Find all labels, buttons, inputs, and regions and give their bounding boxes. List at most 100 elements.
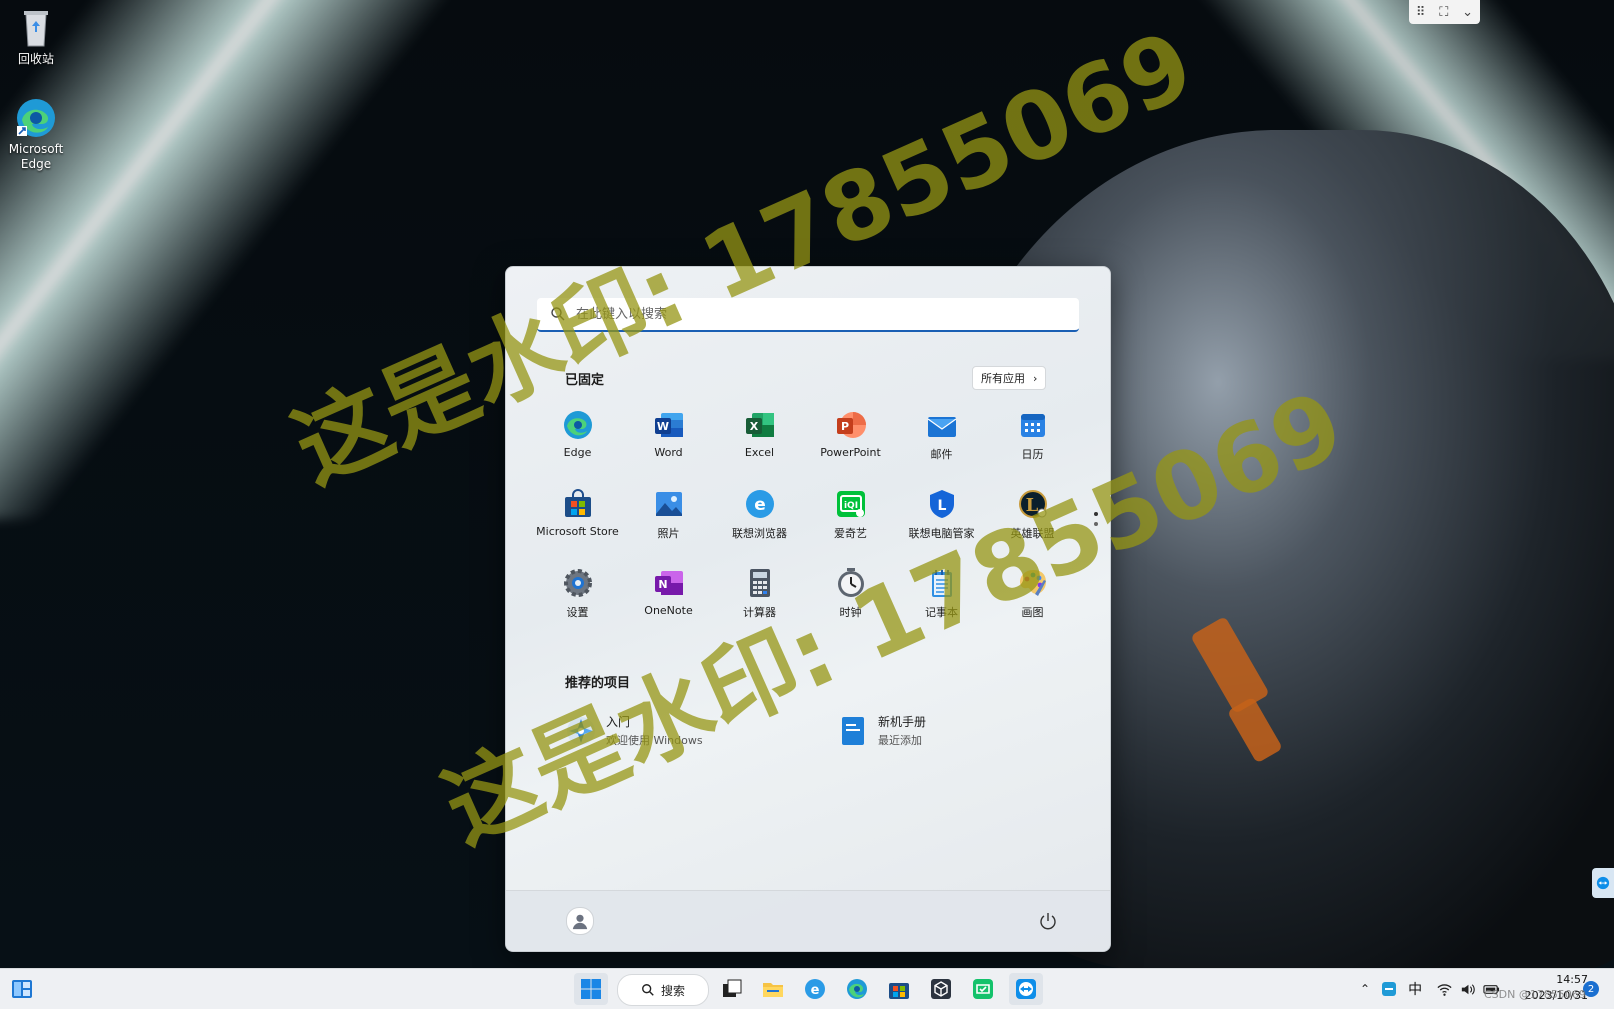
pinned-app-powerpoint[interactable]: P PowerPoint xyxy=(805,405,896,484)
csdn-overlay-text: CSDN @17855069 xyxy=(1484,988,1586,1001)
pinned-app-photos[interactable]: 照片 xyxy=(623,484,714,563)
pinned-app-mail[interactable]: 邮件 xyxy=(896,405,987,484)
svg-text:e: e xyxy=(754,495,766,515)
svg-text:W: W xyxy=(656,420,668,433)
wifi-icon[interactable] xyxy=(1436,981,1453,998)
edge-icon xyxy=(563,411,592,439)
pinned-app-word[interactable]: W Word xyxy=(623,405,714,484)
recommended-item-get-started[interactable]: 入门 欢迎使用 Windows xyxy=(565,713,703,748)
edge-icon xyxy=(14,96,58,140)
app-label: 时钟 xyxy=(839,606,862,619)
start-search-input[interactable] xyxy=(574,305,1058,323)
power-icon[interactable] xyxy=(1036,909,1060,933)
desktop-icon-recycle-bin[interactable]: 回收站 xyxy=(4,6,68,67)
app-label: Edge xyxy=(563,446,592,459)
pinned-app-iqiyi[interactable]: iQI 爱奇艺 xyxy=(805,484,896,563)
desktop-icon-label-line1: Microsoft xyxy=(8,142,64,156)
widgets-button[interactable] xyxy=(7,973,37,1005)
wechat-like-icon xyxy=(973,979,993,999)
svg-text:X: X xyxy=(749,420,758,433)
recommended-item-title: 新机手册 xyxy=(878,715,927,729)
pinned-section-title: 已固定 xyxy=(565,373,605,388)
teamviewer-taskbar-button[interactable] xyxy=(1009,973,1043,1005)
recommended-item-title: 入门 xyxy=(606,715,631,729)
chevron-down-icon[interactable]: ⌄ xyxy=(1462,5,1473,20)
taskbar-search-button[interactable]: 搜索 xyxy=(617,974,709,1006)
app-label: OneNote xyxy=(644,604,693,617)
pinned-app-lenovo-browser[interactable]: e 联想浏览器 xyxy=(714,484,805,563)
start-menu: 已固定 所有应用 › Edge W Word X Excel P PowerPo… xyxy=(505,266,1111,952)
mail-icon xyxy=(927,417,956,437)
teamviewer-side-tab[interactable] xyxy=(1592,868,1614,898)
taskbar-search-label: 搜索 xyxy=(660,983,685,998)
svg-text:N: N xyxy=(658,578,667,591)
store-icon xyxy=(889,983,909,999)
teamviewer-icon xyxy=(1596,876,1610,890)
recommended-item-manual[interactable]: 新机手册 最近添加 xyxy=(837,713,926,748)
user-avatar-icon[interactable] xyxy=(566,907,594,935)
app-label: 英雄联盟 xyxy=(1010,527,1055,540)
app-label: 设置 xyxy=(566,606,589,619)
clock-time: 14:57 xyxy=(1556,973,1588,986)
manual-icon xyxy=(842,716,864,745)
pinned-app-edge[interactable]: Edge xyxy=(532,405,623,484)
light-beam-left xyxy=(0,0,480,520)
task-view-button[interactable] xyxy=(716,973,748,1005)
svg-text:P: P xyxy=(840,420,848,433)
fullscreen-icon[interactable]: ⛶ xyxy=(1439,5,1448,20)
tray-app-icon[interactable] xyxy=(1380,980,1398,998)
desktop-icon-label-line2: Edge xyxy=(20,157,52,171)
word-icon: W xyxy=(654,413,683,437)
lenovo-manager-icon: L xyxy=(929,490,954,518)
recycle-bin-icon xyxy=(14,6,58,50)
all-apps-button[interactable]: 所有应用 › xyxy=(972,366,1047,390)
start-button[interactable] xyxy=(574,973,608,1005)
excel-icon: X xyxy=(745,413,774,437)
all-apps-label: 所有应用 xyxy=(981,372,1025,385)
cube-app-taskbar-button[interactable] xyxy=(925,973,957,1005)
photos-icon xyxy=(655,492,682,516)
file-explorer-icon xyxy=(763,983,783,997)
lol-icon: L xyxy=(1018,490,1047,518)
pinned-app-store[interactable]: Microsoft Store xyxy=(532,484,623,563)
edge-taskbar-button[interactable] xyxy=(841,973,873,1005)
app-label: Microsoft Store xyxy=(536,525,619,538)
ime-indicator[interactable]: 中 xyxy=(1408,979,1422,999)
task-view-icon xyxy=(723,979,742,997)
pinned-app-onenote[interactable]: N OneNote xyxy=(623,563,714,642)
pinned-apps-grid: Edge W Word X Excel P PowerPoint 邮件 日历 M… xyxy=(532,405,1078,642)
system-tray: ⌃ 中 xyxy=(1360,969,1501,1009)
desktop-icon-label: 回收站 xyxy=(17,52,54,66)
start-search-box[interactable] xyxy=(537,298,1079,332)
lenovo-browser-taskbar-button[interactable]: e xyxy=(799,973,831,1005)
recommended-item-subtitle: 最近添加 xyxy=(878,734,922,747)
app-label: PowerPoint xyxy=(820,446,881,459)
search-icon xyxy=(642,984,654,996)
chevron-up-icon[interactable]: ⌃ xyxy=(1360,982,1370,996)
pinned-app-excel[interactable]: X Excel xyxy=(714,405,805,484)
page-dot-active xyxy=(1094,512,1098,516)
pinned-app-lenovo-manager[interactable]: L 联想电脑管家 xyxy=(896,484,987,563)
page-indicator[interactable] xyxy=(1094,512,1098,532)
chat-app-taskbar-button[interactable] xyxy=(967,973,999,1005)
pinned-app-lol[interactable]: L 英雄联盟 xyxy=(987,484,1078,563)
svg-text:L: L xyxy=(1025,495,1038,516)
drag-handle-icon[interactable]: ⠿ xyxy=(1416,5,1426,20)
app-label: 计算器 xyxy=(743,606,776,619)
volume-icon[interactable] xyxy=(1459,981,1476,998)
app-label: 照片 xyxy=(657,527,680,540)
pinned-app-settings[interactable]: 设置 xyxy=(532,563,623,642)
pinned-app-notepad[interactable]: 记事本 xyxy=(896,563,987,642)
pinned-app-clock[interactable]: 时钟 xyxy=(805,563,896,642)
powerpoint-icon: P xyxy=(836,412,866,438)
clock-icon xyxy=(837,568,864,597)
get-started-icon xyxy=(567,716,595,745)
pinned-app-calendar[interactable]: 日历 xyxy=(987,405,1078,484)
file-explorer-button[interactable] xyxy=(757,973,789,1005)
pinned-app-calculator[interactable]: 计算器 xyxy=(714,563,805,642)
desktop-icon-edge[interactable]: Microsoft Edge xyxy=(4,96,68,172)
pinned-app-paint[interactable]: 画图 xyxy=(987,563,1078,642)
notepad-icon xyxy=(931,570,952,597)
recommended-item-subtitle: 欢迎使用 Windows xyxy=(606,734,703,747)
store-taskbar-button[interactable] xyxy=(883,973,915,1005)
